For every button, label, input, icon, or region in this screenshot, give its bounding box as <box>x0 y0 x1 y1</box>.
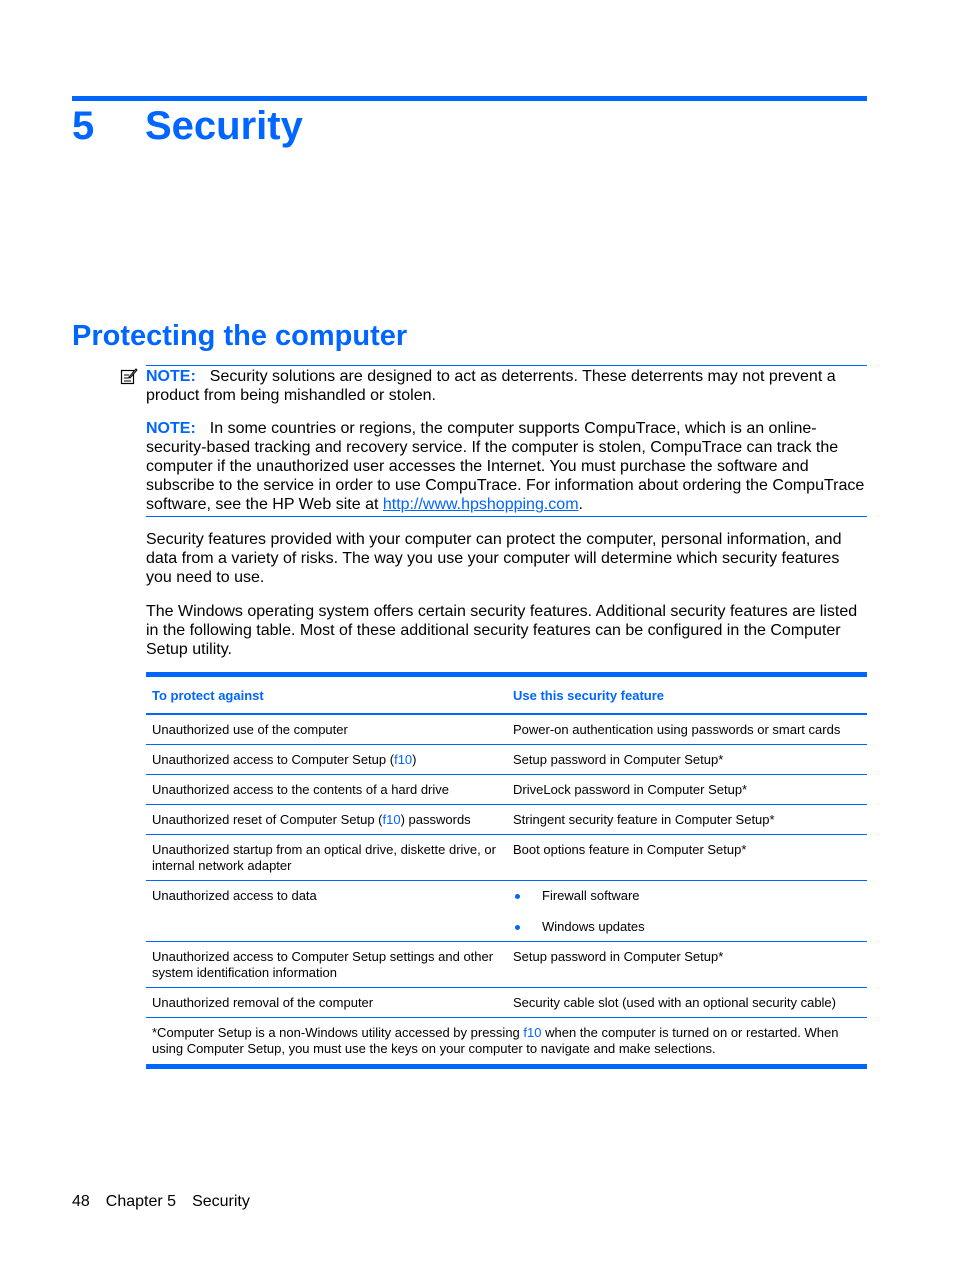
feature-list-item: Firewall software <box>513 888 861 904</box>
threat-cell: Unauthorized access to data <box>146 880 507 942</box>
footnote-text: *Computer Setup is a non-Windows utility… <box>152 1025 524 1040</box>
threat-text-end: ) <box>412 752 417 767</box>
feature-cell: Security cable slot (used with an option… <box>507 987 867 1018</box>
feature-cell: Boot options feature in Computer Setup* <box>507 834 867 881</box>
f10-key: f10 <box>382 812 401 827</box>
feature-cell: Power-on authentication using passwords … <box>507 714 867 745</box>
feature-cell: Setup password in Computer Setup* <box>507 941 867 988</box>
threat-text: Unauthorized access to Computer Setup ( <box>152 752 395 767</box>
note-box: NOTE: Security solutions are designed to … <box>146 365 867 517</box>
chapter-title: 5 Security <box>72 102 303 150</box>
note-text: Security solutions are designed to act a… <box>146 368 836 404</box>
threat-cell: Unauthorized removal of the computer <box>146 987 507 1018</box>
table-row: Unauthorized startup from an optical dri… <box>146 834 867 881</box>
page-number: 48 <box>72 1193 90 1210</box>
feature-cell: Firewall software Windows updates <box>507 880 867 942</box>
chapter-rule <box>72 96 867 101</box>
threat-text: Unauthorized reset of Computer Setup ( <box>152 812 383 827</box>
bullet-icon <box>515 925 520 930</box>
table-row: Unauthorized removal of the computer Sec… <box>146 987 867 1018</box>
note-1: NOTE: Security solutions are designed to … <box>146 367 867 405</box>
feature-item-text: Firewall software <box>542 888 640 903</box>
table-header-row: To protect against Use this security fea… <box>146 677 867 715</box>
table-footnote: *Computer Setup is a non-Windows utility… <box>146 1017 867 1069</box>
chapter-number: 5 <box>72 104 95 148</box>
threat-cell: Unauthorized access to Computer Setup se… <box>146 941 507 988</box>
feature-cell: Setup password in Computer Setup* <box>507 744 867 775</box>
threat-cell: Unauthorized access to the contents of a… <box>146 774 507 805</box>
f10-key: f10 <box>523 1025 542 1040</box>
f10-key: f10 <box>394 752 413 767</box>
header-protect-against: To protect against <box>146 677 507 715</box>
table-row: Unauthorized use of the computer Power-o… <box>146 714 867 745</box>
page-footer: 48 Chapter 5 Security <box>72 1193 266 1211</box>
header-security-feature: Use this security feature <box>507 677 867 715</box>
section-title: Protecting the computer <box>72 320 408 352</box>
hpshopping-link[interactable]: http://www.hpshopping.com <box>383 496 579 513</box>
table-row: Unauthorized access to Computer Setup (f… <box>146 744 867 775</box>
chapter-name: Security <box>145 104 303 148</box>
note-text-end: . <box>578 496 583 513</box>
feature-list: Firewall software Windows updates <box>513 888 861 935</box>
feature-cell: DriveLock password in Computer Setup* <box>507 774 867 805</box>
footer-chapter-label: Chapter 5 <box>105 1193 177 1210</box>
paragraph-windows-features: The Windows operating system offers cert… <box>146 603 858 658</box>
table-row: Unauthorized reset of Computer Setup (f1… <box>146 804 867 835</box>
table-row: Unauthorized access to the contents of a… <box>146 774 867 805</box>
footer-chapter-name: Security <box>192 1193 250 1210</box>
feature-list-item: Windows updates <box>513 919 861 935</box>
bullet-icon <box>515 894 520 899</box>
note-label: NOTE: <box>146 420 196 437</box>
table-row: Unauthorized access to Computer Setup se… <box>146 941 867 988</box>
security-features-table: To protect against Use this security fea… <box>146 672 867 1069</box>
paragraph-security-features: Security features provided with your com… <box>146 531 842 586</box>
table-row: Unauthorized access to data Firewall sof… <box>146 880 867 942</box>
note-icon <box>120 368 138 385</box>
feature-cell: Stringent security feature in Computer S… <box>507 804 867 835</box>
note-2: NOTE: In some countries or regions, the c… <box>146 419 867 514</box>
feature-item-text: Windows updates <box>542 919 645 934</box>
table-footnote-row: *Computer Setup is a non-Windows utility… <box>146 1017 867 1069</box>
threat-cell: Unauthorized reset of Computer Setup (f1… <box>146 804 507 835</box>
threat-text-end: ) passwords <box>400 812 471 827</box>
note-label: NOTE: <box>146 368 196 385</box>
threat-cell: Unauthorized access to Computer Setup (f… <box>146 744 507 775</box>
threat-cell: Unauthorized startup from an optical dri… <box>146 834 507 881</box>
threat-cell: Unauthorized use of the computer <box>146 714 507 745</box>
